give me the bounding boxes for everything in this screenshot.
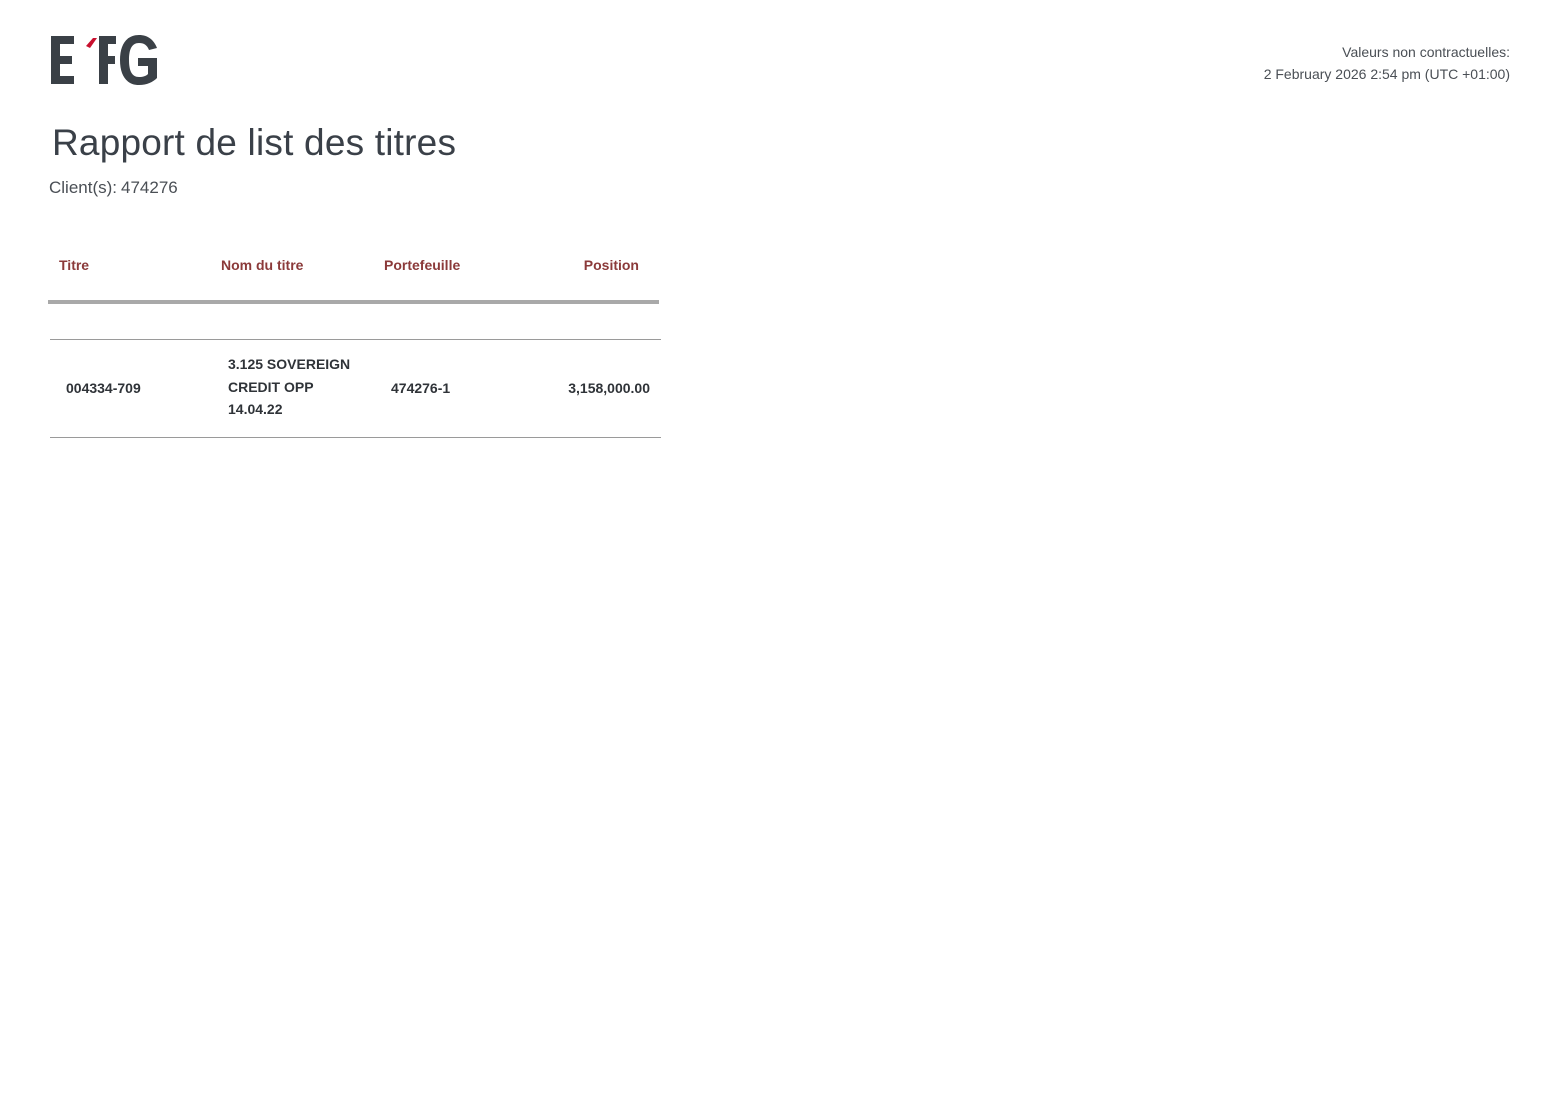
report-timestamp-block: Valeurs non contractuelles: 2 February 2… [1264,41,1510,85]
cell-position: 3,158,000.00 [568,380,650,396]
disclaimer-text: Valeurs non contractuelles: [1342,44,1510,60]
cell-portefeuille: 474276-1 [391,380,451,396]
page-title: Rapport de list des titres [52,122,457,163]
efg-logo [51,35,157,85]
cell-nom-du-titre: 3.125 SOVEREIGN CREDIT OPP 14.04.22 [228,353,368,421]
table-row[interactable]: 004334-709 3.125 SOVEREIGN CREDIT OPP 14… [50,340,661,438]
cell-nom-line: 14.04.22 [228,401,283,417]
column-header-portefeuille[interactable]: Portefeuille [384,257,460,273]
report-page: Valeurs non contractuelles: 2 February 2… [0,0,1562,1097]
client-number: 474276 [121,178,178,197]
cell-nom-line: CREDIT OPP [228,378,314,395]
client-label: Client(s): [49,178,118,197]
column-header-titre[interactable]: Titre [59,257,89,273]
column-header-position[interactable]: Position [584,257,639,273]
cell-titre: 004334-709 [66,380,141,396]
client-info: Client(s): 474276 [49,178,178,198]
cell-nom-line: 3.125 SOVEREIGN [228,356,351,372]
table-header: Titre Nom du titre Portefeuille Position [48,240,659,304]
column-header-nom-du-titre[interactable]: Nom du titre [221,257,303,273]
generated-timestamp: 2 February 2026 2:54 pm (UTC +01:00) [1263,66,1510,82]
